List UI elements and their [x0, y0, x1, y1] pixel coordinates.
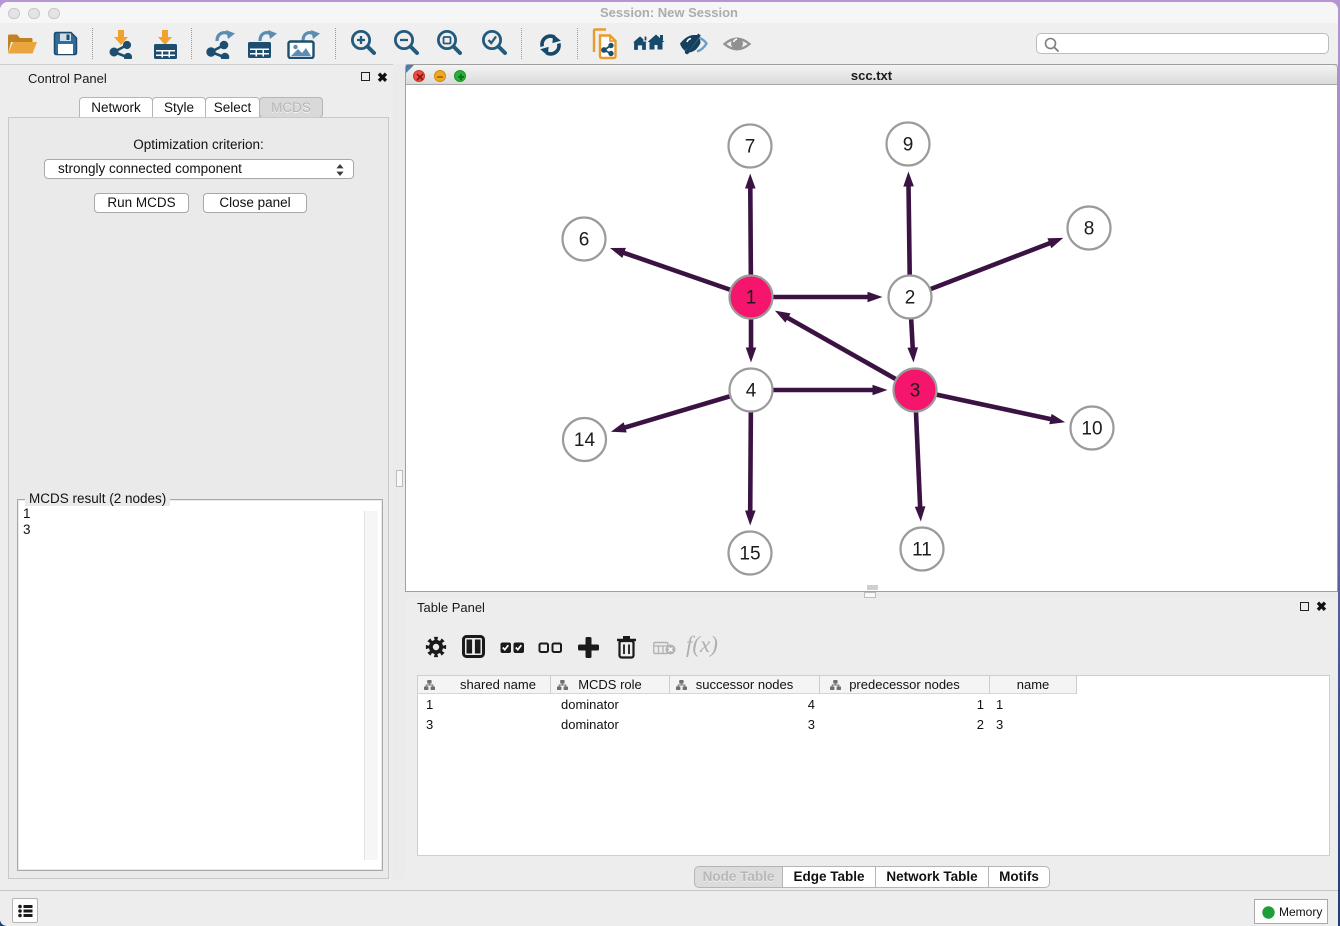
svg-text:7: 7 — [745, 137, 756, 158]
svg-text:2: 2 — [905, 288, 916, 309]
svg-text:3: 3 — [910, 381, 921, 402]
svg-text:4: 4 — [746, 381, 757, 402]
svg-text:11: 11 — [912, 540, 932, 561]
svg-text:8: 8 — [1084, 219, 1095, 240]
svg-text:10: 10 — [1081, 419, 1102, 440]
svg-text:1: 1 — [746, 288, 757, 309]
svg-text:9: 9 — [903, 135, 914, 156]
svg-text:14: 14 — [574, 430, 596, 451]
svg-text:6: 6 — [579, 230, 590, 251]
svg-text:15: 15 — [739, 544, 760, 565]
